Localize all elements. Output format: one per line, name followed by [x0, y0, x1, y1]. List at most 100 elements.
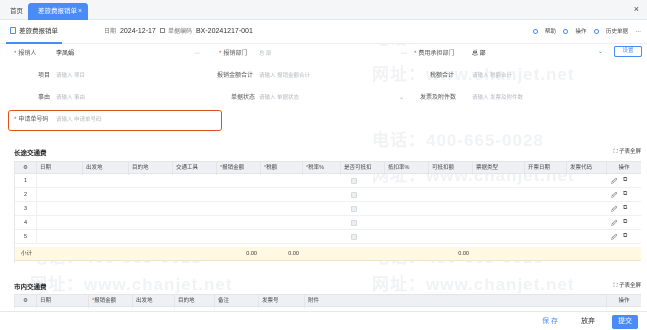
form-title-label: 差旅费报销单 — [19, 28, 58, 35]
tax-total-field[interactable]: 税额合计 请输入 税额合计 — [410, 66, 610, 86]
operate-label: 操作 — [575, 29, 587, 35]
deductible-checkbox[interactable] — [351, 234, 357, 240]
col-date: 日期 — [37, 295, 89, 308]
history-label: 历史单据 — [605, 29, 628, 35]
watermark-site: 网址：www.chanjet.net — [372, 275, 575, 294]
project-input[interactable]: 请输入 项目 — [56, 66, 85, 86]
dept-value[interactable]: 总 部 — [259, 44, 272, 64]
form-row-3: 事由 请输入 事由 单据状态 请输入 单据状态 ⌄ 发票及附件数 请输入 发票及… — [0, 88, 647, 108]
city-trip-header: ⚙ 日期 *报销金额 出发地 目的地 备注 发票号 附件 操作 — [15, 294, 641, 308]
status-label: 单据状态 — [231, 95, 256, 101]
table-row[interactable]: 2 🖉 ⧉ — [15, 188, 641, 202]
edit-icon[interactable]: 🖉 — [611, 219, 617, 229]
status-field[interactable]: 单据状态 请输入 单据状态 ⌄ — [215, 88, 410, 108]
code-value: BX-20241217-001 — [196, 28, 253, 35]
col-amount: *报销金额 — [89, 295, 133, 308]
history-button[interactable]: 历史单据 — [593, 29, 628, 35]
tab-home[interactable]: 首页 — [2, 3, 31, 20]
deductible-checkbox[interactable] — [351, 220, 357, 226]
long-trip-fullscreen-button[interactable]: ⛶ 子表全屏 — [614, 147, 641, 156]
table-row[interactable]: 4 🖉 ⧉ — [15, 216, 641, 230]
save-button[interactable]: 保 存 — [539, 315, 561, 329]
operate-icon — [563, 29, 569, 34]
dept-field[interactable]: * 报销部门 总 部 ⋯ — [215, 44, 410, 64]
long-trip-title: 长途交通费 — [14, 150, 47, 157]
long-trip-fullscreen-label: 子表全屏 — [618, 149, 641, 155]
submit-button[interactable]: 提交 — [612, 315, 638, 329]
reason-field[interactable]: 事由 请输入 事由 — [0, 88, 215, 108]
deductible-checkbox[interactable] — [351, 178, 357, 184]
long-trip-header: ⚙ 日期 出发地 目的地 交通工具 *报销金额 *税额 *税率% 是否可抵扣 抵… — [15, 161, 641, 175]
edit-icon[interactable]: 🖉 — [611, 177, 617, 187]
window-close-icon[interactable]: × — [634, 4, 639, 14]
city-trip-fullscreen-button[interactable]: ⛶ 子表全屏 — [614, 281, 641, 290]
help-icon — [532, 29, 538, 34]
ellipsis-icon[interactable]: ⋯ — [401, 44, 407, 64]
document-icon — [10, 27, 16, 34]
col-remark: 备注 — [215, 295, 259, 308]
required-mark: * — [14, 51, 17, 57]
tab-travel-expense-label: 差旅费报销单 — [38, 8, 77, 15]
reimburser-field[interactable]: * 报销人 李凤娟 ⋯ — [0, 44, 215, 64]
city-trip-title: 市内交通费 — [14, 284, 47, 291]
cost-dept-value[interactable]: 总 部 — [472, 44, 486, 64]
table-row[interactable]: 1 🖉 ⧉ — [15, 174, 641, 188]
status-select[interactable]: 请输入 单据状态 — [259, 88, 299, 108]
deductible-checkbox[interactable] — [351, 206, 357, 212]
row-number: 1 — [15, 174, 37, 188]
more-icon[interactable]: ⋯ — [636, 29, 642, 35]
copy-icon[interactable]: ⧉ — [623, 191, 627, 198]
operate-button[interactable]: 操作 — [563, 29, 586, 35]
copy-icon[interactable]: ⧉ — [623, 205, 627, 212]
tab-close-icon[interactable]: × — [78, 3, 82, 20]
edit-icon[interactable]: 🖉 — [611, 233, 617, 243]
reimburser-label: 报销人 — [18, 51, 37, 57]
attachments-field[interactable]: 发票及附件数 请输入 发票及附件数 — [410, 88, 610, 108]
date-value[interactable]: 2024-12-17 — [120, 28, 156, 35]
cost-dept-field[interactable]: * 费用承担部门 总 部 — [410, 44, 610, 64]
form-toolbar: 差旅费报销单 日期 2024-12-17 单据编码 BX-20241217-001 … — [0, 20, 647, 44]
edit-icon[interactable]: 🖉 — [611, 205, 617, 215]
history-icon — [593, 29, 599, 34]
long-trip-total-row: 小计 0.00 0.00 0.00 — [15, 247, 641, 261]
cost-dept-label: 费用承担部门 — [418, 51, 455, 57]
ellipsis-icon[interactable]: ⋯ — [194, 44, 200, 64]
tab-travel-expense[interactable]: 差旅费报销单 × — [28, 3, 88, 20]
chevron-down-icon[interactable]: ⌄ — [399, 88, 404, 108]
required-mark: * — [219, 51, 222, 57]
amount-total-input[interactable]: 请输入 报销金额合计 — [259, 66, 310, 86]
form-row-1: * 报销人 李凤娟 ⋯ * 报销部门 总 部 ⋯ * 费用承担部门 总 部 — [0, 44, 647, 64]
help-button[interactable]: 帮助 — [532, 29, 556, 35]
row-number: 4 — [15, 216, 37, 230]
reason-input[interactable]: 请输入 事由 — [56, 88, 85, 108]
col-attachment: 附件 — [305, 295, 607, 308]
calendar-icon — [160, 28, 165, 33]
copy-icon[interactable]: ⧉ — [623, 219, 627, 226]
cancel-button[interactable]: 放弃 — [578, 315, 598, 329]
amount-total-field[interactable]: 报销金额合计 请输入 报销金额合计 — [215, 66, 410, 86]
attachments-label: 发票及附件数 — [420, 95, 457, 101]
table-row[interactable]: 3 🖉 ⧉ — [15, 202, 641, 216]
required-mark: * — [414, 51, 417, 57]
copy-icon[interactable]: ⧉ — [623, 177, 627, 184]
total-tax: 0.00 — [288, 251, 299, 257]
help-label: 帮助 — [544, 29, 556, 35]
city-trip-table: ⚙ 日期 *报销金额 出发地 目的地 备注 发票号 附件 操作 — [14, 294, 641, 308]
code-display: 单据编码 BX-20241217-001 — [160, 20, 253, 44]
dept-label: 报销部门 — [223, 51, 248, 57]
tax-total-input[interactable]: 请输入 税额合计 — [472, 66, 512, 86]
table-row[interactable]: 5 🖉 ⧉ — [15, 230, 641, 244]
settings-gear-icon[interactable]: ⚙ — [15, 295, 37, 308]
deductible-checkbox[interactable] — [351, 192, 357, 198]
col-departure: 出发地 — [133, 295, 175, 308]
tab-bar: 首页 差旅费报销单 × × — [0, 0, 647, 20]
date-label: 日期 — [104, 29, 117, 35]
col-destination: 目的地 — [175, 295, 215, 308]
copy-icon[interactable]: ⧉ — [623, 233, 627, 240]
project-label: 项目 — [38, 73, 51, 79]
total-deductible: 0.00 — [458, 251, 469, 257]
edit-icon[interactable]: 🖉 — [611, 191, 617, 201]
project-field[interactable]: 项目 请输入 项目 — [0, 66, 215, 86]
reimburser-value[interactable]: 李凤娟 — [56, 44, 74, 64]
attachments-input[interactable]: 请输入 发票及附件数 — [472, 88, 523, 108]
